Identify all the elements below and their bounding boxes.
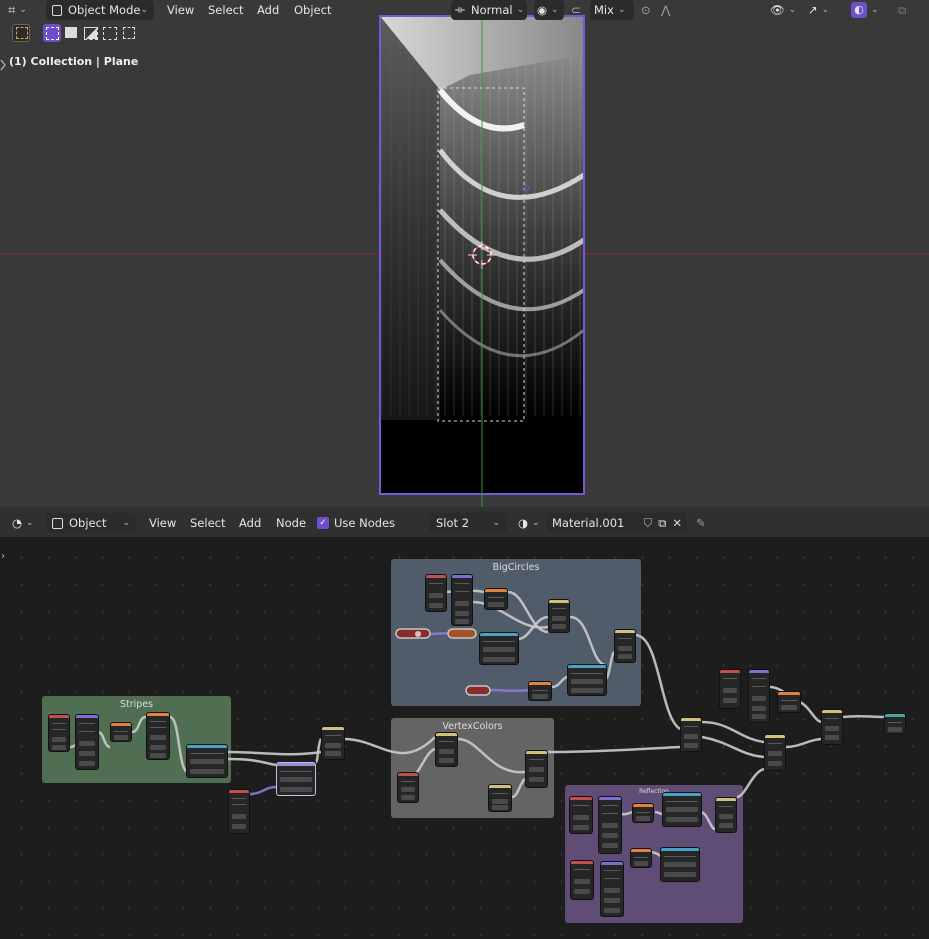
overlays-dropdown[interactable]: ◐ ⌄ xyxy=(851,0,879,20)
editor-type-button[interactable]: ⌗ ⌄ xyxy=(8,0,27,20)
falloff-curve-icon: ⋀ xyxy=(661,3,671,17)
node[interactable] xyxy=(48,714,70,752)
orientation-icon: ⟛ xyxy=(455,3,465,16)
select-intersect-button[interactable] xyxy=(120,24,138,42)
magnet-icon: ⊂ xyxy=(571,3,581,17)
select-invert-button[interactable] xyxy=(101,24,119,42)
select-tool-button[interactable] xyxy=(12,24,30,42)
node[interactable] xyxy=(75,714,99,770)
chevron-down-icon: ⌄ xyxy=(19,5,27,15)
node[interactable] xyxy=(715,797,737,833)
cursor-select-icon xyxy=(16,27,28,39)
material-output-node[interactable] xyxy=(884,713,906,735)
node[interactable] xyxy=(598,796,622,854)
select-subtract-icon xyxy=(84,27,98,40)
select-extend-button[interactable] xyxy=(63,24,81,42)
node[interactable] xyxy=(110,722,132,742)
node[interactable] xyxy=(435,732,458,767)
node[interactable] xyxy=(484,588,508,610)
node[interactable] xyxy=(660,847,700,882)
node[interactable] xyxy=(570,860,594,900)
xray-toggle[interactable]: ⧉ xyxy=(898,0,906,20)
node[interactable] xyxy=(186,744,228,778)
snap-toggle[interactable]: ⊂ xyxy=(571,0,581,20)
node[interactable] xyxy=(146,712,170,760)
node[interactable] xyxy=(488,784,512,812)
node[interactable] xyxy=(397,772,419,803)
viewport-header: ⌗ ⌄ Object Mode ⌄ View Select Add Object … xyxy=(0,0,929,26)
menu-select[interactable]: Select xyxy=(208,0,243,20)
chevron-down-icon: ⌄ xyxy=(551,5,559,15)
node[interactable] xyxy=(821,709,843,745)
node[interactable] xyxy=(525,750,548,788)
node[interactable] xyxy=(748,669,770,723)
pivot-icon: ◉ xyxy=(537,3,548,17)
gizmo-icon: ↗ xyxy=(808,3,818,17)
reroute-pill xyxy=(395,628,431,639)
select-intersect-icon xyxy=(123,27,135,39)
visibility-dropdown[interactable]: 👁 ⌄ xyxy=(770,0,796,20)
snap-label: Mix xyxy=(594,3,614,17)
select-invert-icon xyxy=(103,27,117,40)
chevron-down-icon: ⌄ xyxy=(788,5,797,15)
node[interactable] xyxy=(632,803,654,823)
node[interactable] xyxy=(662,792,702,827)
proportional-editing-toggle[interactable]: ⊙ xyxy=(641,0,651,20)
node[interactable] xyxy=(614,629,636,663)
select-new-icon xyxy=(46,27,59,40)
object-mode-icon xyxy=(52,4,62,16)
node[interactable] xyxy=(321,726,345,760)
node[interactable] xyxy=(451,574,473,626)
node[interactable] xyxy=(425,574,447,612)
node[interactable] xyxy=(680,717,702,752)
node[interactable] xyxy=(777,691,801,713)
gizmo-dropdown[interactable]: ↗ ⌄ xyxy=(808,0,829,20)
select-subtract-button[interactable] xyxy=(82,24,100,42)
node[interactable] xyxy=(764,734,786,771)
reroute-pill xyxy=(447,628,477,639)
pivot-point-dropdown[interactable]: ◉ ⌄ xyxy=(534,0,564,20)
node[interactable] xyxy=(719,669,741,709)
node[interactable] xyxy=(548,599,570,633)
shader-node-editor[interactable]: ◔ ⌄ Object ⌄ View Select Add Node ✓ Use N… xyxy=(0,507,929,939)
3d-viewport[interactable]: ⌗ ⌄ Object Mode ⌄ View Select Add Object … xyxy=(0,0,929,507)
chevron-down-icon: ⌄ xyxy=(140,5,148,15)
node[interactable] xyxy=(569,796,593,834)
viewport-info-text: (1) Collection | Plane xyxy=(9,55,139,68)
select-new-button[interactable] xyxy=(43,24,61,42)
node[interactable] xyxy=(567,664,607,696)
viewport-canvas xyxy=(0,0,929,507)
proportional-edit-icon: ⊙ xyxy=(641,3,651,17)
chevron-down-icon: ⌄ xyxy=(617,5,626,15)
node[interactable] xyxy=(276,762,316,796)
overlays-icon: ◐ xyxy=(851,2,867,18)
menu-add[interactable]: Add xyxy=(257,0,279,20)
orientation-label: Normal xyxy=(470,3,513,17)
node[interactable] xyxy=(528,681,552,701)
node[interactable] xyxy=(600,861,624,917)
axis-icon: ⌗ xyxy=(8,2,16,18)
node[interactable] xyxy=(228,789,250,834)
node-links xyxy=(69,589,885,861)
reroute-pill xyxy=(465,685,491,696)
menu-view[interactable]: View xyxy=(167,0,194,20)
chevron-down-icon: ⌄ xyxy=(871,5,879,15)
chevron-down-icon: ⌄ xyxy=(821,5,830,15)
menu-object[interactable]: Object xyxy=(294,0,331,20)
eye-icon: 👁 xyxy=(770,3,785,17)
snap-mode-dropdown[interactable]: Mix ⌄ xyxy=(590,0,634,20)
mode-label: Object Mode xyxy=(68,3,141,17)
select-extend-icon xyxy=(65,27,77,38)
mode-dropdown[interactable]: Object Mode ⌄ xyxy=(46,0,154,20)
chevron-down-icon: ⌄ xyxy=(516,5,525,15)
xray-icon: ⧉ xyxy=(898,2,907,17)
transform-orientation-dropdown[interactable]: ⟛ Normal ⌄ xyxy=(451,0,527,20)
node[interactable] xyxy=(630,848,652,868)
falloff-dropdown[interactable]: ⋀ xyxy=(661,0,670,20)
node[interactable] xyxy=(479,632,519,665)
